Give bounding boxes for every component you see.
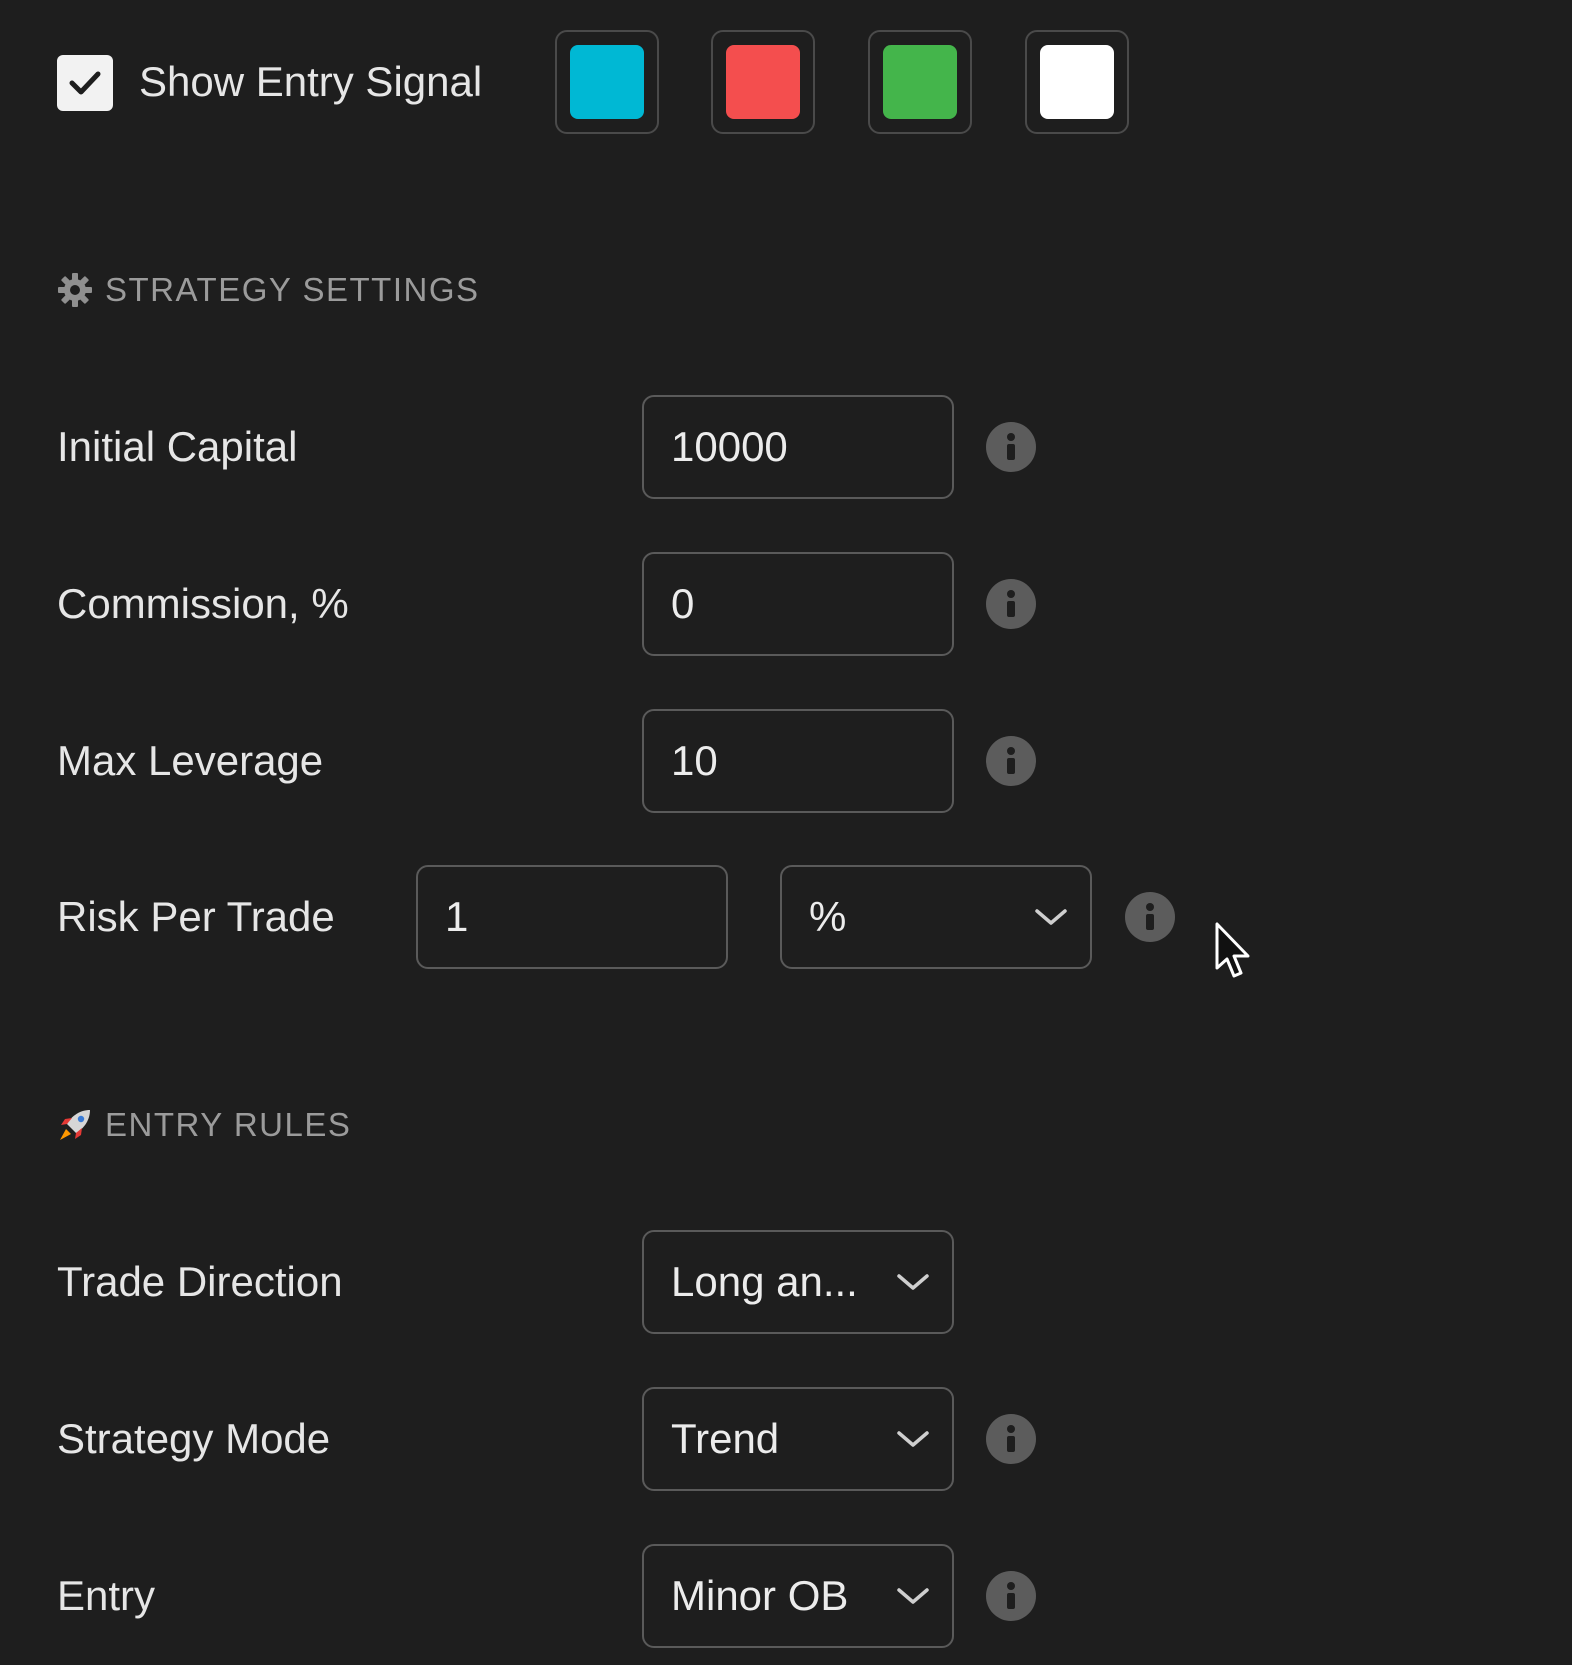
commission-input[interactable] bbox=[671, 580, 952, 628]
strategy-mode-value: Trend bbox=[671, 1415, 780, 1462]
risk-unit-select[interactable]: % bbox=[780, 865, 1092, 969]
max-leverage-label: Max Leverage bbox=[57, 737, 324, 784]
commission-label: Commission, % bbox=[57, 580, 349, 627]
commission-field[interactable] bbox=[642, 552, 954, 656]
entry-select[interactable]: Minor OB bbox=[642, 1544, 954, 1648]
risk-per-trade-input[interactable] bbox=[445, 893, 726, 941]
color-swatch-red[interactable] bbox=[711, 30, 815, 134]
initial-capital-input[interactable] bbox=[671, 423, 952, 471]
risk-per-trade-field[interactable] bbox=[416, 865, 728, 969]
chevron-down-icon bbox=[897, 1588, 929, 1604]
chevron-down-icon bbox=[897, 1274, 929, 1290]
swatch-fill bbox=[883, 45, 957, 119]
color-swatch-white[interactable] bbox=[1025, 30, 1129, 134]
swatch-fill bbox=[1040, 45, 1114, 119]
info-icon[interactable] bbox=[1125, 892, 1175, 942]
section-title: ENTRY RULES bbox=[105, 1106, 352, 1143]
rocket-icon bbox=[60, 1110, 90, 1140]
trade-direction-select[interactable]: Long an... bbox=[642, 1230, 954, 1334]
section-title: STRATEGY SETTINGS bbox=[105, 271, 480, 308]
info-icon[interactable] bbox=[986, 579, 1036, 629]
initial-capital-field[interactable] bbox=[642, 395, 954, 499]
entry-rules-header: ENTRY RULES bbox=[57, 1105, 351, 1145]
initial-capital-label: Initial Capital bbox=[57, 423, 298, 470]
trade-direction-label: Trade Direction bbox=[57, 1258, 343, 1305]
color-swatch-cyan[interactable] bbox=[555, 30, 659, 134]
swatch-fill bbox=[570, 45, 644, 119]
chevron-down-icon bbox=[897, 1431, 929, 1447]
mouse-cursor-icon bbox=[1214, 922, 1254, 987]
show-entry-signal-checkbox[interactable] bbox=[57, 55, 113, 111]
strategy-mode-label: Strategy Mode bbox=[57, 1415, 331, 1462]
risk-unit-value: % bbox=[809, 893, 847, 940]
entry-label: Entry bbox=[57, 1572, 156, 1619]
show-entry-signal-label: Show Entry Signal bbox=[139, 58, 483, 105]
strategy-mode-select[interactable]: Trend bbox=[642, 1387, 954, 1491]
gear-icon bbox=[58, 273, 92, 307]
info-icon[interactable] bbox=[986, 1414, 1036, 1464]
strategy-settings-header: STRATEGY SETTINGS bbox=[57, 270, 480, 310]
info-icon[interactable] bbox=[986, 736, 1036, 786]
info-icon[interactable] bbox=[986, 422, 1036, 472]
trade-direction-value: Long an... bbox=[671, 1258, 858, 1305]
risk-per-trade-label: Risk Per Trade bbox=[57, 893, 335, 940]
chevron-down-icon bbox=[1035, 909, 1067, 925]
info-icon[interactable] bbox=[986, 1571, 1036, 1621]
color-swatch-green[interactable] bbox=[868, 30, 972, 134]
entry-value: Minor OB bbox=[671, 1572, 849, 1619]
swatch-fill bbox=[726, 45, 800, 119]
max-leverage-field[interactable] bbox=[642, 709, 954, 813]
checkmark-icon bbox=[69, 71, 101, 95]
max-leverage-input[interactable] bbox=[671, 737, 952, 785]
